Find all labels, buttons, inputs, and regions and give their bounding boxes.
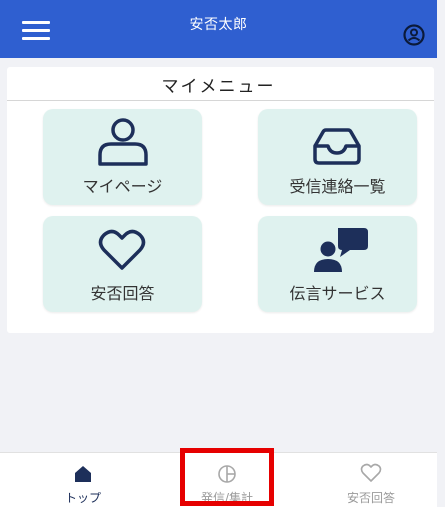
highlight-box [180, 448, 274, 506]
header-title: 安否太郎 [189, 17, 248, 33]
app-header: 安否太郎 [0, 0, 437, 58]
account-icon[interactable] [403, 24, 425, 46]
message-service-label: 伝言サービス [289, 284, 386, 303]
safety-answer-tile[interactable]: 安否回答 [43, 216, 202, 312]
nav-safety-answer-label: 安否回答 [346, 491, 395, 505]
safety-answer-label: 安否回答 [90, 284, 155, 303]
nav-top-label: トップ [64, 491, 101, 505]
app-frame: 安否太郎 マイメニュー マイページ 受信連絡一覧 安否回答 伝言サービス トップ… [0, 0, 437, 507]
message-service-tile[interactable]: 伝言サービス [258, 216, 417, 312]
menu-title: マイメニュー [161, 77, 276, 97]
mypage-label: マイページ [82, 177, 163, 196]
heart-icon [360, 463, 382, 482]
mypage-tile[interactable]: マイページ [43, 109, 202, 205]
person-icon [98, 118, 148, 166]
home-icon [75, 466, 91, 482]
inbox-label: 受信連絡一覧 [289, 177, 386, 196]
menu-divider [7, 100, 434, 101]
inbox-tile[interactable]: 受信連絡一覧 [258, 109, 417, 205]
message-icon [314, 228, 368, 272]
nav-top[interactable]: トップ [10, 453, 156, 507]
inbox-icon [313, 128, 361, 165]
nav-safety-answer[interactable]: 安否回答 [298, 453, 444, 507]
heart-icon [98, 229, 146, 270]
